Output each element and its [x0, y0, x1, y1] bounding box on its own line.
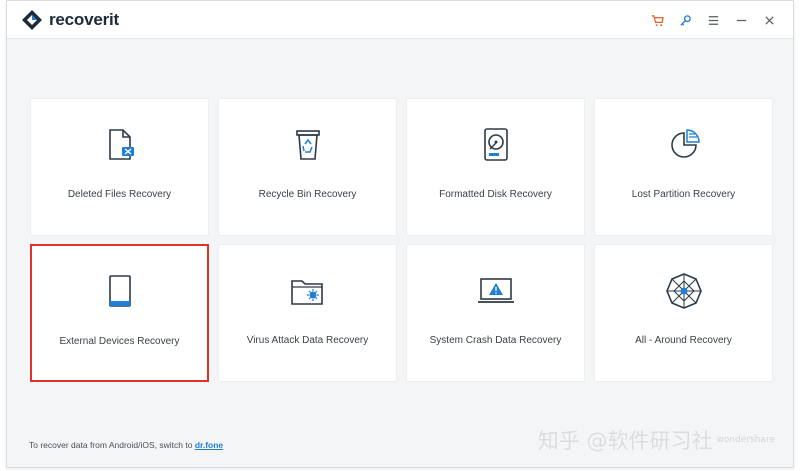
footer-hint: To recover data from Android/iOS, switch…: [29, 440, 223, 450]
mode-label: System Crash Data Recovery: [429, 335, 562, 346]
mode-formatted-disk[interactable]: Formatted Disk Recovery: [406, 98, 585, 236]
mode-deleted-files[interactable]: Deleted Files Recovery: [30, 98, 209, 236]
close-icon: [764, 15, 774, 25]
key-icon: [679, 14, 691, 26]
mode-label: Lost Partition Recovery: [631, 189, 736, 200]
mode-label: All - Around Recovery: [635, 335, 732, 346]
menu-icon: [708, 15, 718, 25]
minimize-icon: [736, 19, 746, 21]
titlebar-controls: [643, 10, 783, 30]
external-device-icon: [100, 272, 140, 312]
mode-label: Formatted Disk Recovery: [439, 189, 552, 200]
mode-system-crash[interactable]: System Crash Data Recovery: [406, 244, 585, 382]
cart-button[interactable]: [643, 10, 671, 30]
app-logo: recoverit: [21, 9, 119, 31]
drfone-link[interactable]: dr.fone: [195, 440, 223, 450]
mode-label: Deleted Files Recovery: [67, 189, 172, 200]
mode-virus-attack[interactable]: Virus Attack Data Recovery: [218, 244, 397, 382]
minimize-button[interactable]: [727, 10, 755, 30]
system-crash-icon: [476, 271, 516, 311]
virus-folder-icon: [288, 271, 328, 311]
formatted-disk-icon: [476, 125, 516, 165]
mode-external-devices[interactable]: External Devices Recovery: [30, 244, 209, 382]
menu-button[interactable]: [699, 10, 727, 30]
mode-label: Recycle Bin Recovery: [258, 189, 357, 200]
watermark-text: 知乎 @软件研习社: [537, 429, 713, 453]
cart-icon: [651, 14, 664, 26]
register-key-button[interactable]: [671, 10, 699, 30]
mode-lost-partition[interactable]: Lost Partition Recovery: [594, 98, 773, 236]
deleted-file-icon: [100, 125, 140, 165]
watermark: 知乎 @软件研习社 wondershare: [538, 425, 775, 455]
recoverit-logo-icon: [22, 10, 42, 30]
partition-pie-icon: [664, 125, 704, 165]
watermark-brand: wondershare: [716, 435, 775, 445]
recovery-mode-grid: Deleted Files Recovery Recycle Bin Recov…: [30, 98, 773, 384]
mode-recycle-bin[interactable]: Recycle Bin Recovery: [218, 98, 397, 236]
title-bar: recoverit: [7, 1, 793, 39]
all-around-icon: [664, 271, 704, 311]
mode-all-around[interactable]: All - Around Recovery: [594, 244, 773, 382]
footer-text: To recover data from Android/iOS, switch…: [29, 440, 195, 450]
recycle-bin-icon: [288, 125, 328, 165]
app-window: recoverit Deleted Files Recovery Recycle…: [6, 0, 794, 468]
app-name: recoverit: [49, 10, 120, 29]
mode-label: Virus Attack Data Recovery: [246, 335, 369, 346]
close-button[interactable]: [755, 10, 783, 30]
mode-label: External Devices Recovery: [59, 336, 180, 347]
